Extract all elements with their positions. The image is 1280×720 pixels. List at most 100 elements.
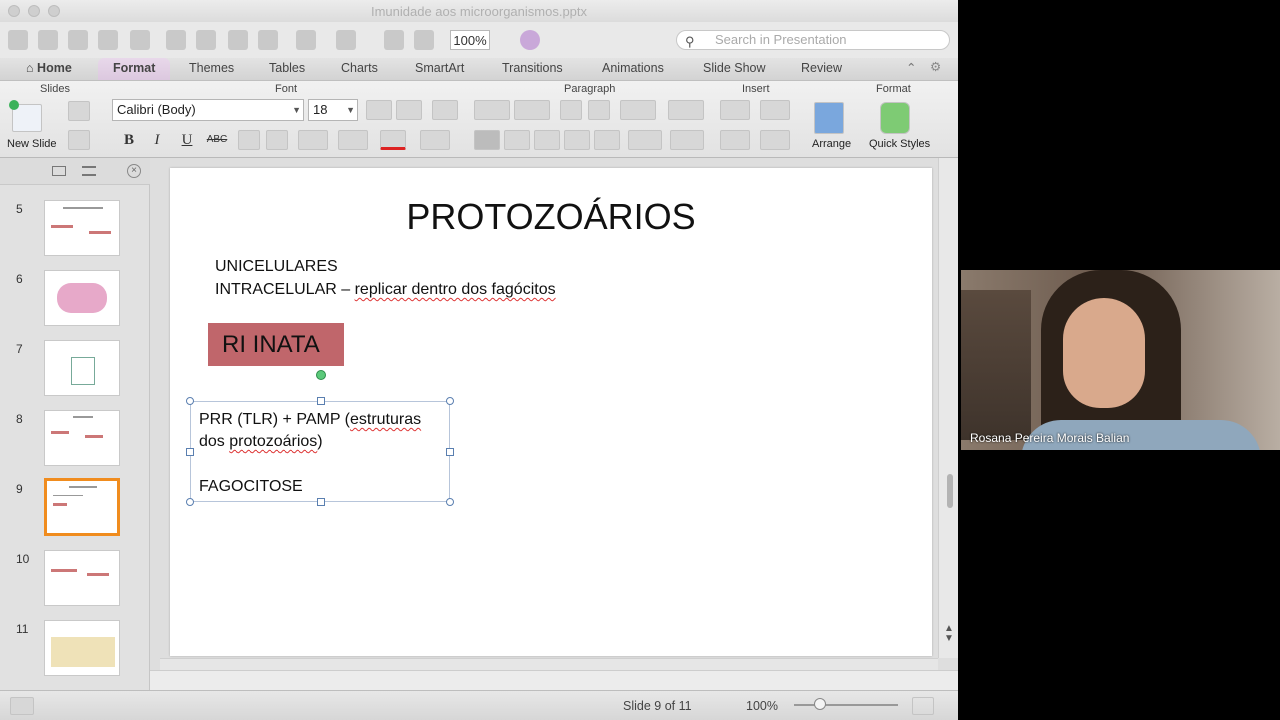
resize-handle[interactable]: [446, 448, 454, 456]
undo-icon[interactable]: [296, 30, 316, 50]
superscript-icon[interactable]: [238, 130, 260, 150]
resize-handle[interactable]: [186, 448, 194, 456]
tab-slide-show[interactable]: Slide Show: [703, 61, 766, 75]
bullets-icon[interactable]: [474, 100, 510, 120]
line-spacing-icon[interactable]: [620, 100, 656, 120]
resize-handle[interactable]: [446, 498, 454, 506]
tab-tables[interactable]: Tables: [269, 61, 305, 75]
arrange-button[interactable]: Arrange: [812, 138, 851, 150]
slides-view-icon[interactable]: [52, 166, 66, 176]
help-icon[interactable]: [520, 30, 540, 50]
vertical-scrollbar[interactable]: [938, 158, 958, 658]
tab-home[interactable]: ⌂ Home: [26, 61, 72, 75]
slide-thumbnail[interactable]: [44, 410, 120, 466]
ri-inata-badge[interactable]: RI INATA: [208, 323, 344, 366]
slide-sorter-icon[interactable]: [384, 30, 404, 50]
scroll-arrows-icon[interactable]: ▲ ▼: [944, 624, 954, 644]
resize-handle[interactable]: [446, 397, 454, 405]
copy-icon[interactable]: [196, 30, 216, 50]
quick-styles-icon[interactable]: [880, 102, 910, 134]
paste-icon[interactable]: [228, 30, 248, 50]
increase-indent-icon[interactable]: [588, 100, 610, 120]
outline-view-icon[interactable]: [82, 166, 96, 176]
text-effects-icon[interactable]: [420, 130, 450, 150]
presenter-view-icon[interactable]: [70, 697, 94, 715]
decrease-font-icon[interactable]: [396, 100, 422, 120]
align-center-icon[interactable]: [504, 130, 530, 150]
align-left-icon[interactable]: [474, 130, 500, 150]
slide-sorter-view-icon[interactable]: [40, 697, 64, 715]
template-icon[interactable]: [68, 30, 88, 50]
decrease-indent-icon[interactable]: [560, 100, 582, 120]
fit-to-window-icon[interactable]: [912, 697, 934, 715]
underline-button[interactable]: U: [176, 129, 198, 151]
distribute-icon[interactable]: [594, 130, 620, 150]
normal-view-icon[interactable]: [10, 697, 34, 715]
change-case-icon[interactable]: [338, 130, 368, 150]
text-box-line-prr[interactable]: PRR (TLR) + PAMP (estruturas: [199, 411, 421, 429]
slide-thumbnail[interactable]: [44, 340, 120, 396]
resize-handle[interactable]: [186, 397, 194, 405]
tab-themes[interactable]: Themes: [189, 61, 234, 75]
text-direction-icon[interactable]: [628, 130, 662, 150]
tab-transitions[interactable]: Transitions: [502, 61, 563, 75]
shape-icon[interactable]: [720, 130, 750, 150]
search-input[interactable]: ⚲ Search in Presentation: [676, 30, 950, 50]
columns-icon[interactable]: [668, 100, 704, 120]
tab-charts[interactable]: Charts: [341, 61, 378, 75]
subscript-icon[interactable]: [266, 130, 288, 150]
slide-title[interactable]: PROTOZOÁRIOS: [170, 196, 932, 238]
show-icon[interactable]: [414, 30, 434, 50]
font-name-select[interactable]: Calibri (Body) ▼: [112, 99, 304, 121]
format-painter-icon[interactable]: [258, 30, 278, 50]
slide-thumbnail-selected[interactable]: [44, 478, 120, 536]
resize-handle[interactable]: [186, 498, 194, 506]
vertical-scroll-thumb[interactable]: [947, 474, 953, 508]
slide-thumbnail[interactable]: [44, 620, 120, 676]
slide-thumbnail[interactable]: [44, 200, 120, 256]
text-box-line-protozoarios[interactable]: dos protozoários): [199, 433, 323, 451]
layout-icon[interactable]: [68, 101, 90, 121]
strikethrough-button[interactable]: ABC: [204, 129, 230, 151]
media-icon[interactable]: [760, 130, 790, 150]
print-icon[interactable]: [130, 30, 150, 50]
close-icon[interactable]: ×: [127, 164, 141, 178]
section-icon[interactable]: [68, 130, 90, 150]
align-text-icon[interactable]: [670, 130, 704, 150]
slide-thumbnail[interactable]: [44, 550, 120, 606]
text-box-icon[interactable]: [720, 100, 750, 120]
zoom-slider-knob[interactable]: [814, 698, 826, 710]
clear-formatting-icon[interactable]: [432, 100, 458, 120]
align-right-icon[interactable]: [534, 130, 560, 150]
increase-font-icon[interactable]: [366, 100, 392, 120]
redo-icon[interactable]: [336, 30, 356, 50]
tools-icon[interactable]: [8, 30, 28, 50]
picture-icon[interactable]: [760, 100, 790, 120]
italic-button[interactable]: I: [146, 129, 168, 151]
collapse-ribbon-icon[interactable]: ⌃: [906, 60, 916, 75]
bold-button[interactable]: B: [118, 129, 140, 151]
save-icon[interactable]: [98, 30, 118, 50]
toolbar-zoom-field[interactable]: 100%: [450, 30, 490, 50]
font-size-select[interactable]: 18 ▼: [308, 99, 358, 121]
tab-format[interactable]: Format: [113, 61, 155, 75]
tab-smartart[interactable]: SmartArt: [415, 61, 464, 75]
tab-animations[interactable]: Animations: [602, 61, 664, 75]
text-box-line-fagocitose[interactable]: FAGOCITOSE: [199, 478, 303, 496]
gallery-icon[interactable]: [38, 30, 58, 50]
slide-line-unicelulares[interactable]: UNICELULARES: [215, 258, 338, 276]
slide-thumbnail[interactable]: [44, 270, 120, 326]
numbering-icon[interactable]: [514, 100, 550, 120]
slide-canvas[interactable]: PROTOZOÁRIOS UNICELULARES INTRACELULAR –…: [170, 168, 932, 656]
font-color-icon[interactable]: [380, 130, 406, 150]
notes-pane[interactable]: [150, 670, 958, 691]
cut-icon[interactable]: [166, 30, 186, 50]
slide-line-intracelular[interactable]: INTRACELULAR – replicar dentro dos fagóc…: [215, 281, 556, 299]
rotate-handle[interactable]: [316, 370, 326, 380]
justify-icon[interactable]: [564, 130, 590, 150]
arrange-icon[interactable]: [814, 102, 844, 134]
character-spacing-icon[interactable]: [298, 130, 328, 150]
quick-styles-button[interactable]: Quick Styles: [869, 138, 930, 150]
gear-icon[interactable]: ⚙: [930, 59, 941, 74]
resize-handle[interactable]: [317, 498, 325, 506]
